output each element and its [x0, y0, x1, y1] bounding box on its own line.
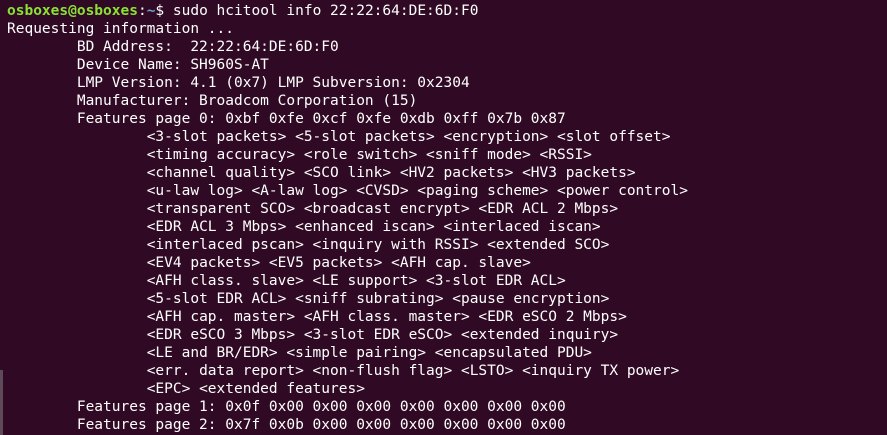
- output-line: <EPC> <extended features>: [7, 381, 365, 397]
- output-line: Features page 0: 0xbf 0xfe 0xcf 0xfe 0xd…: [7, 111, 566, 127]
- output-line: <interlaced pscan> <inquiry with RSSI> <…: [7, 237, 610, 253]
- command-text: sudo hcitool info 22:22:64:DE:6D:F0: [172, 3, 479, 19]
- output-line: Device Name: SH960S-AT: [7, 57, 269, 73]
- output-line: Features page 1: 0x0f 0x00 0x00 0x00 0x0…: [7, 399, 566, 415]
- output-line: <channel quality> <SCO link> <HV2 packet…: [7, 165, 636, 181]
- scrollbar-thumb[interactable]: [0, 370, 3, 435]
- output-line: <EDR ACL 3 Mbps> <enhanced iscan> <inter…: [7, 219, 601, 235]
- output-line: <timing accuracy> <role switch> <sniff m…: [7, 147, 592, 163]
- output-line: Features page 2: 0x7f 0x0b 0x00 0x00 0x0…: [7, 417, 566, 433]
- output-line: <EV4 packets> <EV5 packets> <AFH cap. sl…: [7, 255, 531, 271]
- terminal-window[interactable]: osboxes@osboxes:~$ sudo hcitool info 22:…: [0, 0, 887, 435]
- output-line: <AFH class. slave> <LE support> <3-slot …: [7, 273, 566, 289]
- output-line: BD Address: 22:22:64:DE:6D:F0: [7, 39, 339, 55]
- output-line: <EDR eSCO 3 Mbps> <3-slot EDR eSCO> <ext…: [7, 327, 619, 343]
- output-line: <5-slot EDR ACL> <sniff subrating> <paus…: [7, 291, 610, 307]
- prompt-separator: :: [137, 3, 147, 19]
- output-line: Manufacturer: Broadcom Corporation (15): [7, 93, 418, 109]
- output-line: <AFH cap. master> <AFH class. master> <E…: [7, 309, 627, 325]
- output-line: <transparent SCO> <broadcast encrypt> <E…: [7, 201, 619, 217]
- output-line: Requesting information ...: [7, 21, 234, 37]
- output-line: <u-law log> <A-law log> <CVSD> <paging s…: [7, 183, 688, 199]
- prompt-symbol: $: [155, 3, 173, 19]
- output-line: LMP Version: 4.1 (0x7) LMP Subversion: 0…: [7, 75, 470, 91]
- output-line: <err. data report> <non-flush flag> <LST…: [7, 363, 680, 379]
- prompt-user-host: osboxes@osboxes: [7, 3, 138, 19]
- prompt-line: osboxes@osboxes:~$ sudo hcitool info 22:…: [7, 2, 887, 20]
- output-line: <LE and BR/EDR> <simple pairing> <encaps…: [7, 345, 592, 361]
- output-line: <3-slot packets> <5-slot packets> <encry…: [7, 129, 671, 145]
